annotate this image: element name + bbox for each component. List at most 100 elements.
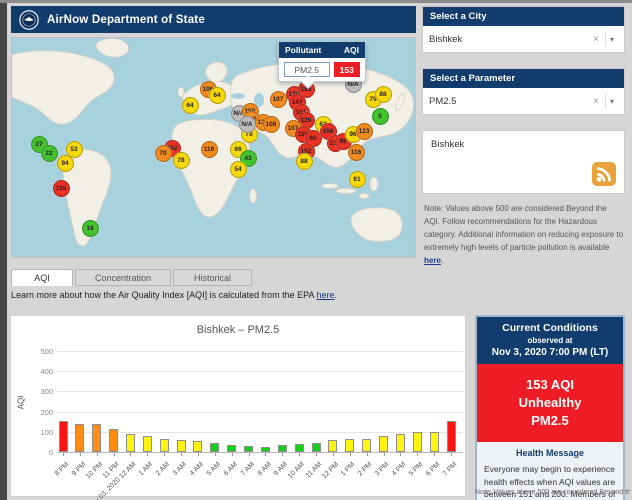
select-city-header: Select a City bbox=[423, 7, 624, 26]
chart-bar[interactable] bbox=[244, 446, 253, 452]
chart-gridline bbox=[57, 351, 463, 352]
chart-x-tick bbox=[114, 453, 115, 456]
chart-x-tick-label: 2 AM bbox=[155, 461, 171, 477]
chart-x-tick bbox=[63, 453, 64, 456]
chart-bar[interactable] bbox=[109, 429, 118, 452]
parameter-caret-down-icon[interactable]: ▾ bbox=[606, 97, 618, 106]
chart-bar[interactable] bbox=[261, 447, 270, 452]
city-feed-panel: Bishkek bbox=[422, 130, 625, 194]
parameter-select-value: PM2.5 bbox=[429, 96, 587, 107]
chart-y-tick-label: 300 bbox=[27, 387, 53, 396]
current-conditions-header: Current Conditions observed at Nov 3, 20… bbox=[477, 317, 623, 364]
tab-aqi[interactable]: AQI bbox=[11, 269, 73, 286]
city-clear-icon[interactable]: × bbox=[587, 34, 605, 45]
app-header: AirNow Department of State bbox=[11, 6, 416, 33]
chart-bar[interactable] bbox=[59, 421, 68, 452]
chart-x-tick bbox=[282, 453, 283, 456]
map-marker[interactable]: 88 bbox=[375, 86, 392, 103]
chart-bar[interactable] bbox=[362, 439, 371, 452]
chart-bar[interactable] bbox=[143, 436, 152, 452]
chart-bar[interactable] bbox=[193, 441, 202, 452]
learn-more-text: Learn more about how the Air Quality Ind… bbox=[11, 290, 337, 300]
map-marker[interactable]: 18 bbox=[82, 220, 99, 237]
chart-x-tick bbox=[198, 453, 199, 456]
rss-icon[interactable] bbox=[592, 162, 616, 186]
feed-city-label: Bishkek bbox=[423, 131, 624, 150]
chart-bar[interactable] bbox=[396, 434, 405, 452]
parameter-select[interactable]: PM2.5 × ▾ bbox=[423, 88, 624, 114]
tooltip-aqi-label: AQI bbox=[344, 45, 359, 55]
learn-more-before: Learn more about how the Air Quality Ind… bbox=[11, 290, 317, 300]
page: AirNow Department of State bbox=[0, 0, 632, 500]
map-marker[interactable]: 116 bbox=[201, 141, 218, 158]
chart-bar[interactable] bbox=[345, 439, 354, 452]
chart-x-tick-label: 10 PM bbox=[84, 461, 103, 480]
city-caret-down-icon[interactable]: ▾ bbox=[606, 35, 618, 44]
map-marker[interactable]: 5 bbox=[372, 108, 389, 125]
world-map[interactable]: 27225394155181066464152707811679664354N/… bbox=[11, 37, 416, 258]
chart-bar[interactable] bbox=[430, 432, 439, 452]
chart-x-tick-label: 4 AM bbox=[189, 461, 205, 477]
map-marker[interactable]: N/A bbox=[239, 116, 256, 133]
map-marker[interactable]: 94 bbox=[57, 155, 74, 172]
map-marker[interactable]: 70 bbox=[155, 145, 172, 162]
map-marker[interactable]: 61 bbox=[349, 171, 366, 188]
chart-x-tick bbox=[164, 453, 165, 456]
parameter-clear-icon[interactable]: × bbox=[587, 96, 605, 107]
chart-bar[interactable] bbox=[379, 436, 388, 452]
note-text: Note: Values above 500 are considered Be… bbox=[424, 204, 623, 252]
window-edge-left bbox=[0, 0, 7, 500]
chart-x-tick-label: 6 AM bbox=[222, 461, 238, 477]
chart-y-tick-label: 0 bbox=[27, 448, 53, 457]
window-edge-top bbox=[0, 0, 632, 3]
map-marker[interactable]: 64 bbox=[209, 87, 226, 104]
map-marker[interactable]: 116 bbox=[348, 144, 365, 161]
map-marker[interactable]: 78 bbox=[173, 152, 190, 169]
chart-bar[interactable] bbox=[160, 439, 169, 452]
dos-seal-icon bbox=[19, 10, 39, 30]
map-marker[interactable]: 64 bbox=[182, 97, 199, 114]
chart-x-tick-label: 1 AM bbox=[138, 461, 154, 477]
chart-gridline bbox=[57, 452, 463, 453]
chart-x-tick-label: 7 AM bbox=[239, 461, 255, 477]
chart-bar[interactable] bbox=[278, 445, 287, 452]
note-link[interactable]: here bbox=[424, 256, 441, 265]
chart-bar[interactable] bbox=[312, 443, 321, 452]
chart-bar[interactable] bbox=[328, 440, 337, 452]
chart-bar[interactable] bbox=[75, 424, 84, 452]
map-marker[interactable]: 22 bbox=[41, 145, 58, 162]
chart-x-tick-label: 1 PM bbox=[340, 461, 357, 478]
health-message-title: Health Message bbox=[484, 448, 616, 458]
chart-bar[interactable] bbox=[210, 443, 219, 452]
current-aqi-category: Unhealthy bbox=[481, 394, 619, 412]
tab-historical[interactable]: Historical bbox=[173, 269, 252, 286]
chart-bar[interactable] bbox=[227, 445, 236, 452]
beyond-aqi-note: Note: Values above 500 are considered Be… bbox=[424, 202, 624, 267]
learn-more-link[interactable]: here bbox=[317, 290, 335, 300]
chart-bar[interactable] bbox=[92, 424, 101, 452]
map-marker[interactable]: 123 bbox=[356, 123, 373, 140]
map-marker[interactable]: 108 bbox=[263, 116, 280, 133]
tab-concentration[interactable]: Concentration bbox=[75, 269, 171, 286]
chart-gridline bbox=[57, 391, 463, 392]
current-aqi-banner: 153 AQI Unhealthy PM2.5 bbox=[477, 364, 623, 442]
map-marker[interactable]: 88 bbox=[296, 153, 313, 170]
current-aqi-pollutant: PM2.5 bbox=[481, 412, 619, 430]
select-parameter-panel: Select a Parameter PM2.5 × ▾ bbox=[422, 68, 625, 115]
map-marker[interactable]: 54 bbox=[230, 161, 247, 178]
chart-bar[interactable] bbox=[126, 434, 135, 452]
chart-x-tick bbox=[80, 453, 81, 456]
learn-more-after: . bbox=[335, 290, 338, 300]
city-select[interactable]: Bishkek × ▾ bbox=[423, 26, 624, 52]
chart-bar[interactable] bbox=[295, 444, 304, 452]
chart-x-tick bbox=[400, 453, 401, 456]
select-parameter-header: Select a Parameter bbox=[423, 69, 624, 88]
chart-bar[interactable] bbox=[413, 432, 422, 452]
chart-bar[interactable] bbox=[177, 440, 186, 452]
map-marker[interactable]: 107 bbox=[270, 91, 287, 108]
chart-bar[interactable] bbox=[447, 421, 456, 452]
chart-y-tick-label: 100 bbox=[27, 428, 53, 437]
city-select-value: Bishkek bbox=[429, 34, 587, 45]
chart-x-tick-label: 8 AM bbox=[256, 461, 272, 477]
map-marker[interactable]: 155 bbox=[53, 180, 70, 197]
